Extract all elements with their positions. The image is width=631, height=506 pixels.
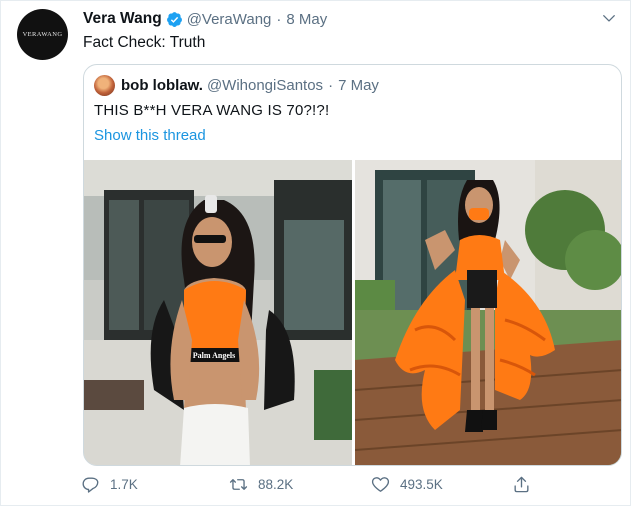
reply-button[interactable]: 1.7K <box>81 475 138 494</box>
author-name[interactable]: Vera Wang <box>83 10 162 28</box>
quoted-tweet[interactable]: bob loblaw. @WihongiSantos · 7 May THIS … <box>83 64 622 466</box>
author-avatar[interactable]: VERAWANG <box>17 9 68 60</box>
heart-icon <box>371 477 390 492</box>
tweet-text: Fact Check: Truth <box>83 34 206 51</box>
quoted-author-handle[interactable]: @WihongiSantos <box>207 77 323 94</box>
retweet-count: 88.2K <box>258 477 294 492</box>
tweet-date[interactable]: 8 May <box>286 11 327 28</box>
photo-left[interactable]: Palm Angels <box>84 160 352 465</box>
author-handle[interactable]: @VeraWang <box>187 11 272 28</box>
quoted-author-avatar[interactable] <box>94 74 115 96</box>
retweet-button[interactable]: 88.2K <box>229 475 293 494</box>
quoted-tweet-date[interactable]: 7 May <box>338 77 379 94</box>
separator-dot: · <box>276 10 282 28</box>
reply-count: 1.7K <box>110 477 138 492</box>
separator-dot: · <box>328 76 334 94</box>
show-thread-link[interactable]: Show this thread <box>94 127 206 144</box>
quoted-author-name[interactable]: bob loblaw. <box>121 77 203 94</box>
quoted-tweet-header: bob loblaw. @WihongiSantos · 7 May <box>94 74 379 96</box>
chevron-down-icon[interactable] <box>602 11 616 25</box>
quoted-tweet-text: THIS B**H VERA WANG IS 70?!?! <box>94 102 330 119</box>
verified-badge-icon <box>166 11 182 27</box>
tweet-header: Vera Wang @VeraWang · 8 May <box>83 9 327 29</box>
retweet-icon <box>229 479 248 490</box>
tweet-card[interactable]: VERAWANG Vera Wang @VeraWang · 8 May Fac… <box>0 0 631 506</box>
avatar-logo-text: VERAWANG <box>22 31 63 38</box>
top-band-text: Palm Angels <box>193 351 235 360</box>
tweet-actions: 1.7K 88.2K 493.5K <box>1 475 631 499</box>
like-count: 493.5K <box>400 477 443 492</box>
share-icon <box>514 476 529 493</box>
media-grid: Palm Angels <box>84 160 621 465</box>
like-button[interactable]: 493.5K <box>371 475 443 494</box>
photo-right[interactable] <box>355 160 621 465</box>
reply-icon <box>82 477 99 493</box>
share-button[interactable] <box>512 475 541 494</box>
